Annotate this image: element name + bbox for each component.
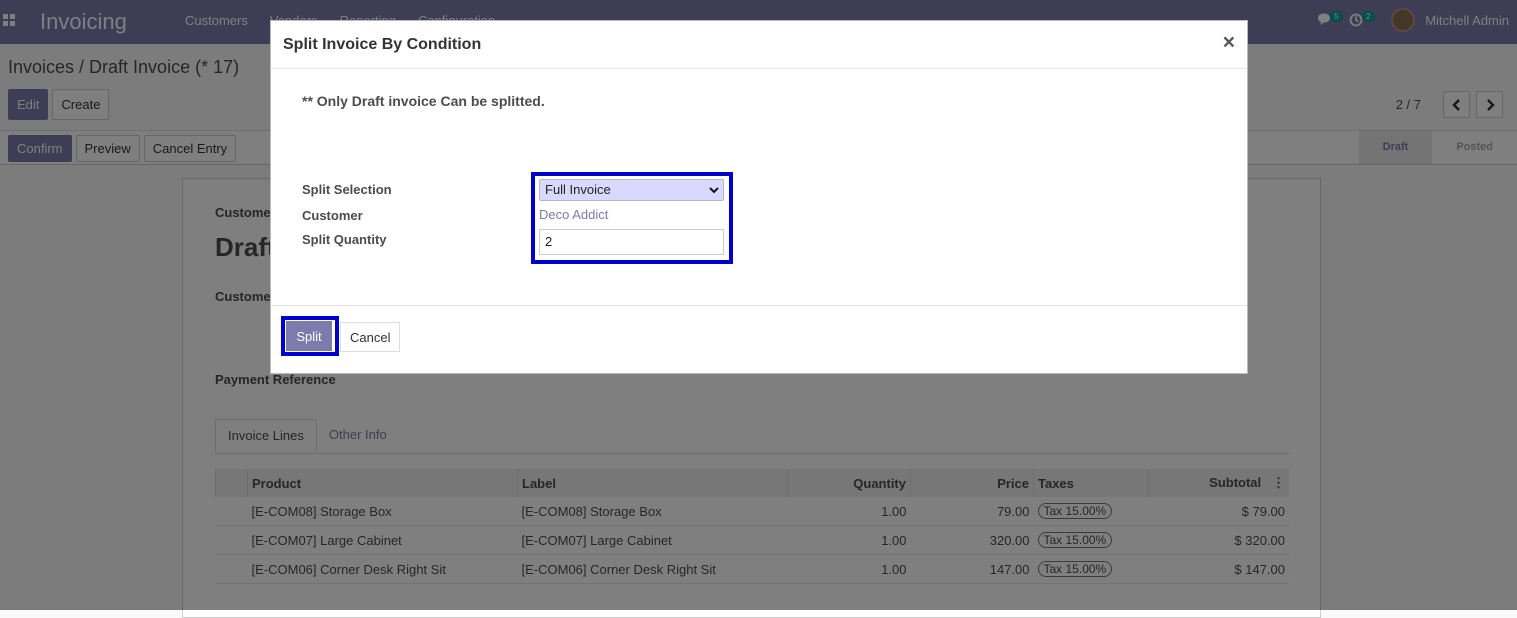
split-selection-label: Split Selection <box>302 182 392 197</box>
split-invoice-dialog: Split Invoice By Condition × ** Only Dra… <box>270 20 1248 374</box>
dialog-footer: Split Cancel <box>271 305 1247 375</box>
split-selection-select[interactable]: Full Invoice <box>539 179 724 201</box>
cancel-button[interactable]: Cancel <box>340 322 401 352</box>
close-icon[interactable]: × <box>1223 31 1235 55</box>
split-quantity-label: Split Quantity <box>302 232 387 247</box>
customer-link[interactable]: Deco Addict <box>539 207 608 222</box>
customer-label: Customer <box>302 208 363 223</box>
split-selection-value: Full Invoice <box>545 182 611 197</box>
dialog-title: Split Invoice By Condition <box>283 36 482 53</box>
dialog-header: Split Invoice By Condition × <box>271 21 1247 69</box>
split-button[interactable]: Split <box>286 321 332 351</box>
chevron-down-icon <box>709 187 719 194</box>
split-quantity-input[interactable]: 2 <box>539 229 724 255</box>
draft-only-note: ** Only Draft invoice Can be splitted. <box>302 93 545 109</box>
